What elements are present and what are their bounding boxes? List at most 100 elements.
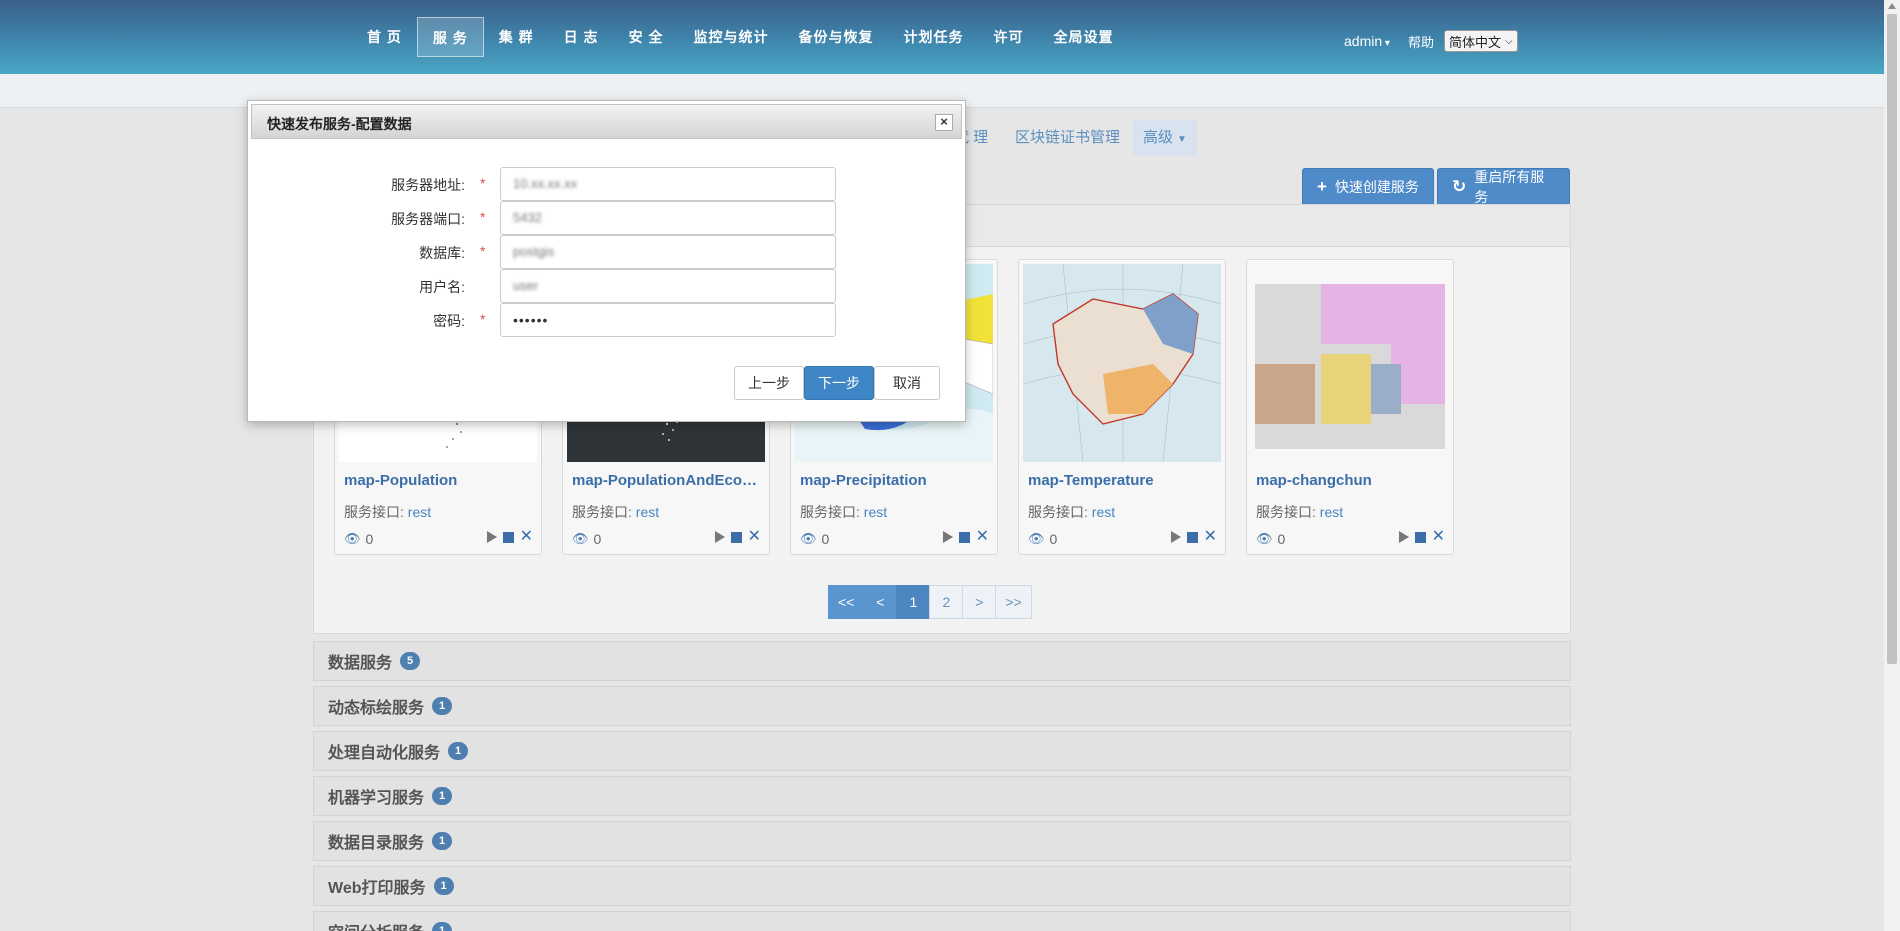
card-views: 👁 0	[344, 531, 373, 547]
tab-advanced[interactable]: 高级 ▼	[1133, 120, 1197, 156]
page-1[interactable]: 1	[896, 585, 931, 619]
card-title[interactable]: map-Population	[344, 472, 536, 489]
close-icon[interactable]: ×	[935, 114, 953, 131]
help-link[interactable]: 帮助	[1408, 32, 1434, 51]
nav-scheduled-tasks[interactable]: 计划任务	[888, 17, 978, 57]
view-count: 0	[821, 531, 830, 547]
caret-down-icon: ▼	[1177, 134, 1187, 145]
play-icon[interactable]	[714, 531, 725, 543]
card-title[interactable]: map-Temperature	[1028, 472, 1220, 489]
password-label: 密码:	[433, 313, 465, 329]
changchun-map-thumbnail[interactable]	[1251, 264, 1449, 462]
quick-publish-dialog: 快速发布服务-配置数据 × 服务器地址: * 10.xx.xx.xx 服务器端口…	[247, 100, 966, 422]
stop-icon[interactable]	[1414, 531, 1426, 543]
delete-icon[interactable]: ✕	[1204, 529, 1217, 545]
view-count: 0	[365, 531, 374, 547]
stop-icon[interactable]	[1186, 531, 1198, 543]
category-data-services[interactable]: 数据服务 5	[313, 641, 1571, 681]
restart-all-services-button[interactable]: ↻ 重启所有服务	[1437, 168, 1570, 206]
nav-logs[interactable]: 日 志	[549, 17, 614, 57]
quick-create-service-button[interactable]: + 快速创建服务	[1302, 168, 1434, 206]
category-spatial-analysis[interactable]: 空间分析服务 1	[313, 911, 1571, 931]
card-views: 👁 0	[572, 531, 601, 547]
user-menu[interactable]: admin	[1344, 33, 1390, 49]
count-badge: 1	[432, 697, 453, 715]
eye-icon: 👁	[344, 531, 361, 546]
card-title[interactable]: map-Precipitation	[800, 472, 992, 489]
language-select[interactable]: 简体中文 ⌵	[1443, 30, 1518, 52]
card-interface: 服务接口: rest	[1028, 502, 1115, 522]
username-input[interactable]: user	[500, 269, 836, 303]
server-address-label: 服务器地址:	[391, 177, 465, 193]
pagination: << < 1 2 > >>	[828, 585, 1032, 619]
temperature-map-thumbnail[interactable]	[1023, 264, 1221, 462]
tab-blockchain-certificates[interactable]: 区块链证书管理	[1005, 120, 1130, 156]
page-scrollbar[interactable]	[1884, 0, 1900, 931]
category-automation[interactable]: 处理自动化服务 1	[313, 731, 1571, 771]
nav-monitoring[interactable]: 监控与统计	[678, 17, 783, 57]
category-machine-learning[interactable]: 机器学习服务 1	[313, 776, 1571, 816]
card-actions: ✕	[942, 529, 989, 545]
server-port-input[interactable]: 5432	[500, 201, 836, 235]
rest-link[interactable]: rest	[636, 504, 659, 520]
user-area: admin 帮助 简体中文 ⌵	[1344, 30, 1518, 52]
delete-icon[interactable]: ✕	[748, 529, 761, 545]
eye-icon: 👁	[1256, 531, 1273, 546]
plus-icon: +	[1317, 177, 1327, 196]
rest-link[interactable]: rest	[864, 504, 887, 520]
category-dynamic-plotting[interactable]: 动态标绘服务 1	[313, 686, 1571, 726]
card-interface-label: 服务接口:	[1256, 504, 1316, 520]
password-input[interactable]: ••••••	[500, 303, 836, 337]
next-step-button[interactable]: 下一步	[804, 366, 874, 400]
delete-icon[interactable]: ✕	[1432, 529, 1445, 545]
page-next[interactable]: >	[962, 585, 997, 619]
dialog-header[interactable]: 快速发布服务-配置数据 ×	[251, 104, 962, 139]
server-address-input[interactable]: 10.xx.xx.xx	[500, 167, 836, 201]
page-2[interactable]: 2	[929, 585, 964, 619]
cancel-button[interactable]: 取消	[874, 366, 940, 400]
count-badge: 1	[432, 787, 453, 805]
service-card[interactable]: map-Temperature 服务接口: rest 👁 0 ✕	[1018, 259, 1226, 555]
card-title[interactable]: map-PopulationAndEcono...	[572, 472, 764, 489]
form-row-server-address: 服务器地址: * 10.xx.xx.xx	[248, 167, 965, 201]
nav-cluster[interactable]: 集 群	[484, 17, 549, 57]
previous-step-button[interactable]: 上一步	[734, 366, 804, 400]
nav-license[interactable]: 许可	[978, 17, 1038, 57]
page-last[interactable]: >>	[995, 585, 1032, 619]
required-mark: *	[480, 311, 486, 327]
category-web-print[interactable]: Web打印服务 1	[313, 866, 1571, 906]
rest-link[interactable]: rest	[408, 504, 431, 520]
stop-icon[interactable]	[730, 531, 742, 543]
stop-icon[interactable]	[502, 531, 514, 543]
database-input[interactable]: postgis	[500, 235, 836, 269]
category-label: 动态标绘服务	[328, 700, 425, 717]
play-icon[interactable]	[486, 531, 497, 543]
nav-home[interactable]: 首 页	[352, 17, 417, 57]
nav-security[interactable]: 安 全	[614, 17, 679, 57]
required-mark: *	[480, 243, 486, 259]
nav-backup[interactable]: 备份与恢复	[783, 17, 888, 57]
play-icon[interactable]	[1170, 531, 1181, 543]
category-label: 数据目录服务	[328, 835, 425, 852]
delete-icon[interactable]: ✕	[976, 529, 989, 545]
scroll-up-arrow-icon[interactable]	[1888, 3, 1896, 9]
page-first[interactable]: <<	[828, 585, 865, 619]
delete-icon[interactable]: ✕	[520, 529, 533, 545]
service-card[interactable]: map-changchun 服务接口: rest 👁 0 ✕	[1246, 259, 1454, 555]
card-interface: 服务接口: rest	[1256, 502, 1343, 522]
rest-link[interactable]: rest	[1320, 504, 1343, 520]
stop-icon[interactable]	[958, 531, 970, 543]
username-value: user	[513, 278, 539, 293]
page-prev[interactable]: <	[863, 585, 898, 619]
play-icon[interactable]	[1398, 531, 1409, 543]
play-icon[interactable]	[942, 531, 953, 543]
scroll-thumb[interactable]	[1887, 14, 1897, 664]
count-badge: 1	[433, 877, 454, 895]
category-label: 处理自动化服务	[328, 745, 441, 762]
rest-link[interactable]: rest	[1092, 504, 1115, 520]
card-title[interactable]: map-changchun	[1256, 472, 1448, 489]
category-data-catalog[interactable]: 数据目录服务 1	[313, 821, 1571, 861]
nav-services[interactable]: 服 务	[416, 17, 484, 57]
database-value: postgis	[513, 244, 555, 259]
nav-global-settings[interactable]: 全局设置	[1038, 17, 1128, 57]
